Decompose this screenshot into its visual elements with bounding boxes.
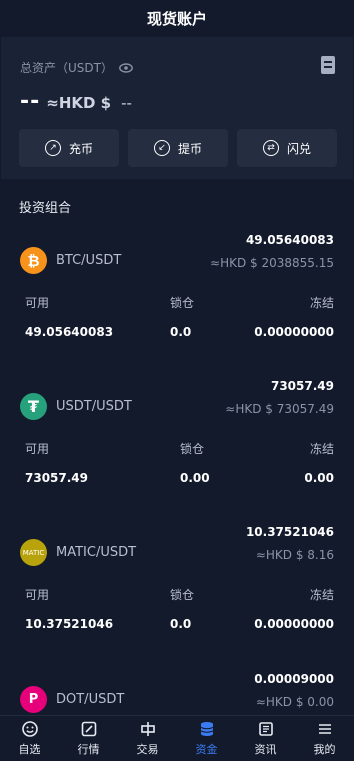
asset-amount: 0.00009000 [254,672,334,686]
frozen-value: 0.00000000 [254,617,334,631]
locked-label: 锁仓 [170,296,195,310]
page-header: 现货账户 [0,0,354,36]
deposit-button[interactable]: ↗ 充币 [19,129,119,167]
asset-fiat-value: ≈HKD $ 8.16 [255,548,334,562]
frozen-label: 冻结 [309,442,334,456]
locked-label: 锁仓 [170,588,195,602]
nav-item-profile[interactable]: 我的 [295,720,354,757]
asset-amount: 73057.49 [270,379,334,393]
asset-fiat-value: ≈HKD $ 73057.49 [225,402,334,416]
available-label: 可用 [25,588,50,602]
asset-fiat-value: ≈HKD $ 0.00 [255,695,334,709]
tether-icon: ₮ [20,393,47,420]
asset-pair: USDT/USDT [56,399,132,414]
action-buttons: ↗ 充币 ↙ 提币 ⇄ 闪兑 [19,129,337,167]
swap-icon: ⇄ [262,140,279,156]
available-label: 可用 [25,442,50,456]
frozen-label: 冻结 [309,296,334,310]
bottom-nav: 自选 行情 交易 资金 资讯 我的 [0,715,354,761]
asset-fiat-value: ≈HKD $ 2038855.15 [210,256,334,270]
available-value: 73057.49 [25,471,89,485]
total-assets-card: 总资产（USDT） -- ≈HKD $ -- ↗ 充币 ↙ 提币 ⇄ 闪兑 [1,37,353,179]
nav-item-trade[interactable]: 交易 [118,720,177,757]
asset-amount: 10.37521046 [245,525,334,539]
nav-item-news[interactable]: 资讯 [236,720,295,757]
hkd-label: ≈HKD $ [46,94,112,112]
available-label: 可用 [25,296,50,310]
withdraw-label: 提币 [177,141,202,156]
swap-button[interactable]: ⇄ 闪兑 [237,129,337,167]
total-assets-value-row: -- ≈HKD $ -- [20,89,132,114]
locked-value: 0.0 [170,325,192,339]
asset-pair: DOT/USDT [56,692,125,707]
hkd-value: -- [121,94,132,112]
locked-value: 0.00 [180,471,210,485]
menu-icon [318,724,331,734]
available-value: 10.37521046 [25,617,114,631]
asset-item-usdt[interactable]: ₮ USDT/USDT 73057.49 ≈HKD $ 73057.49 可用 … [0,379,354,513]
frozen-value: 0.00000000 [254,325,334,339]
available-value: 49.05640083 [25,325,114,339]
asset-pair: MATIC/USDT [56,545,137,560]
smile-icon [21,721,38,737]
frozen-value: 0.00 [304,471,334,485]
nav-item-favorites[interactable]: 自选 [0,720,59,757]
locked-value: 0.0 [170,617,192,631]
eye-icon[interactable] [119,62,133,73]
total-assets-label-row: 总资产（USDT） [20,59,133,76]
page-title: 现货账户 [146,9,207,28]
bitcoin-icon: ₿ [20,247,47,274]
total-assets-label: 总资产（USDT） [20,61,113,75]
asset-amount: 49.05640083 [245,233,334,247]
frozen-label: 冻结 [309,588,334,602]
matic-icon: MATIC [20,539,47,566]
chart-icon [81,721,96,737]
withdraw-button[interactable]: ↙ 提币 [128,129,228,167]
deposit-label: 充币 [68,141,93,156]
news-icon [258,722,273,736]
swap-label: 闪兑 [286,141,311,156]
statement-icon[interactable] [321,56,335,74]
asset-item-matic[interactable]: MATIC MATIC/USDT 10.37521046 ≈HKD $ 8.16… [0,525,354,659]
portfolio-title: 投资组合 [19,201,72,216]
withdraw-icon: ↙ [153,140,170,156]
deposit-icon: ↗ [44,140,61,156]
coins-icon [200,722,213,736]
asset-pair: BTC/USDT [56,253,122,268]
polkadot-icon: P [20,686,47,713]
nav-item-market[interactable]: 行情 [59,720,118,757]
trade-icon [140,722,155,736]
locked-label: 锁仓 [180,442,205,456]
asset-item-btc[interactable]: ₿ BTC/USDT 49.05640083 ≈HKD $ 2038855.15… [0,233,354,367]
total-assets-value: -- [20,89,41,114]
nav-item-funds[interactable]: 资金 [177,720,236,757]
